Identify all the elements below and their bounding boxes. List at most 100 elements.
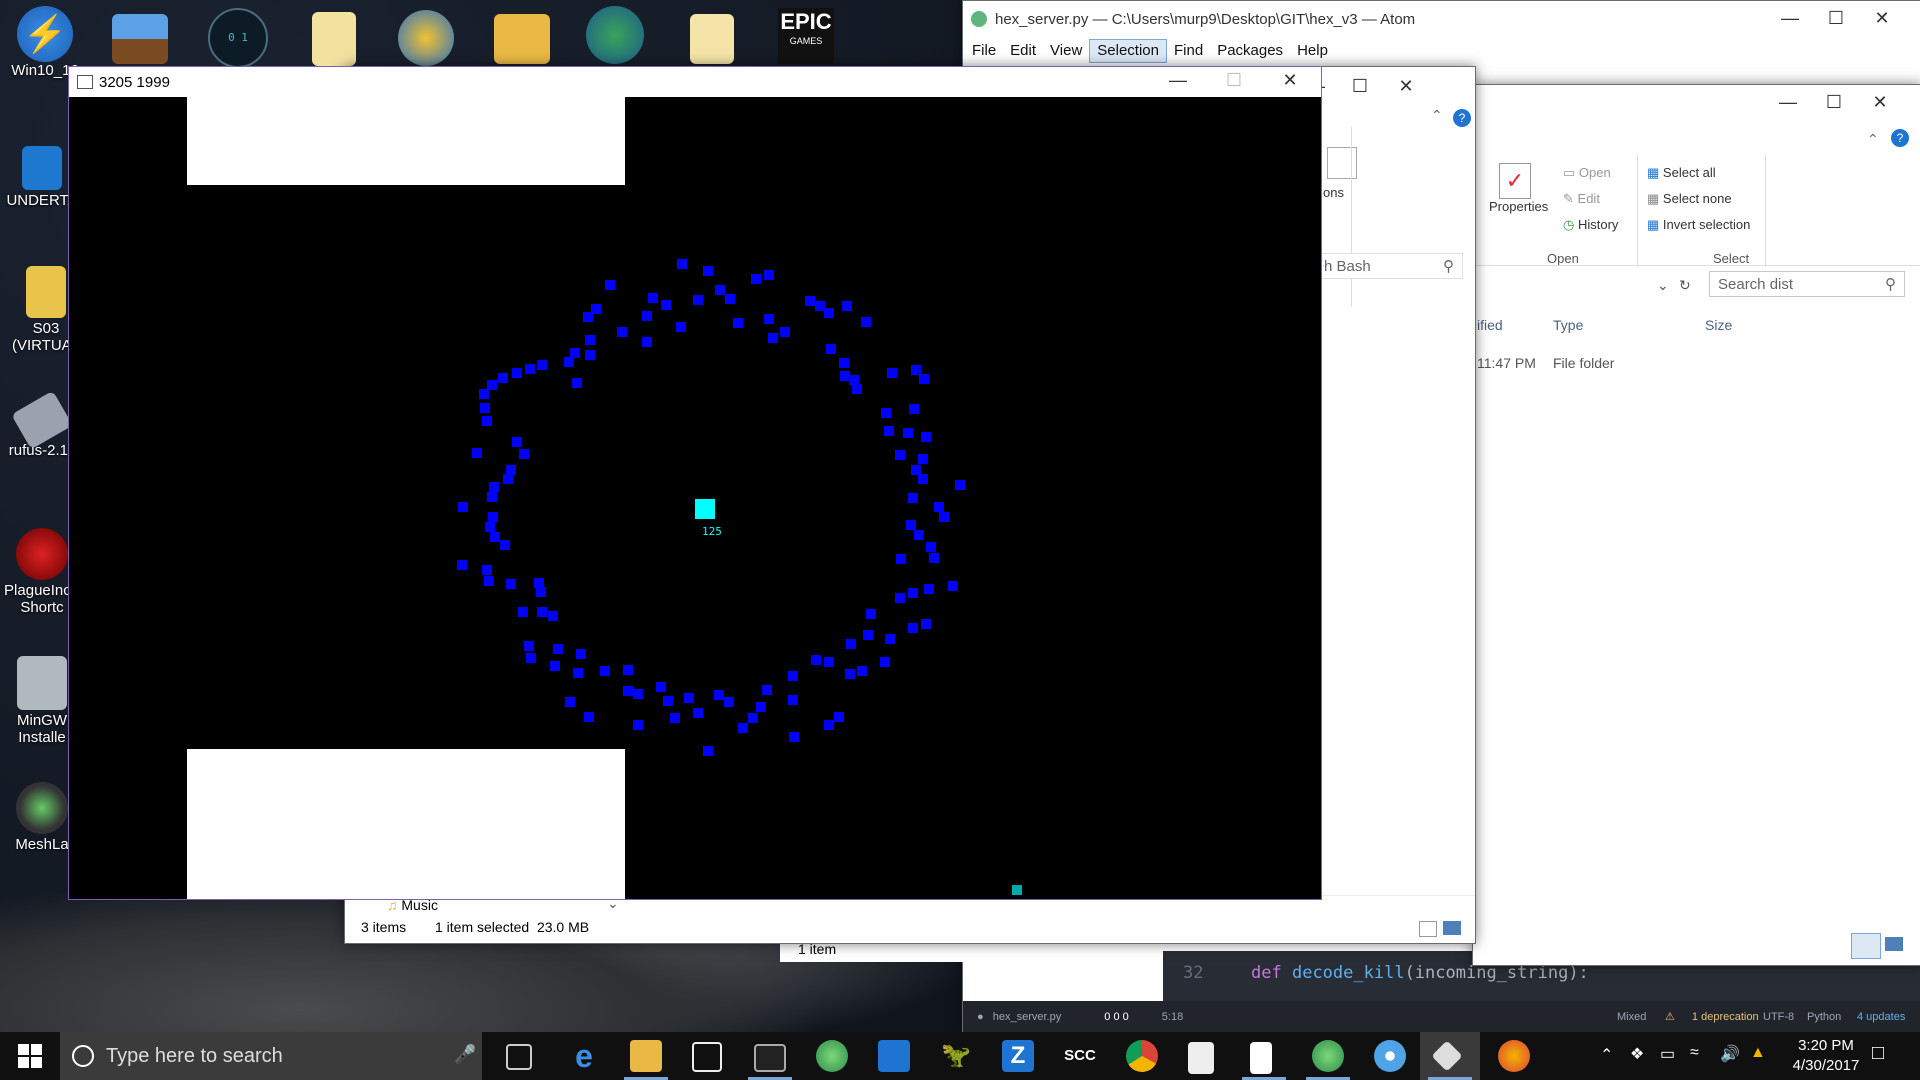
status-updates[interactable]: 4 updates (1857, 1001, 1905, 1033)
maximize-icon[interactable]: ☐ (1811, 85, 1857, 119)
player-marker (695, 499, 715, 519)
enemy-dot (572, 378, 582, 388)
parrot-icon[interactable] (586, 6, 644, 64)
status-cursor[interactable]: 5:18 (1162, 1011, 1183, 1023)
document-icon[interactable] (312, 12, 356, 66)
chevron-up-icon[interactable]: ⌃ (1600, 1045, 1613, 1065)
help-icon[interactable]: ? (1891, 129, 1909, 147)
atom-titlebar[interactable]: hex_server.py — C:\Users\murp9\Desktop\G… (963, 1, 1920, 39)
minimize-icon[interactable]: — (1765, 85, 1811, 119)
maximize-icon[interactable]: ☐ (1813, 1, 1859, 35)
menu-view[interactable]: View (1043, 40, 1089, 62)
chevron-down-icon[interactable]: ⌄ (1657, 277, 1669, 294)
enemy-dot (623, 665, 633, 675)
minimize-icon[interactable]: — (1155, 63, 1201, 97)
terminal-icon[interactable]: 0 1 (208, 8, 268, 68)
dinosaur-icon[interactable]: 🦖 (940, 1040, 972, 1072)
select-all-button[interactable]: ▦ Select all (1647, 165, 1716, 181)
column-date-modified[interactable]: ified (1477, 317, 1503, 333)
status-deprecation[interactable]: ⚠ 1 deprecation (1665, 1001, 1759, 1033)
search-box[interactable]: Type here to search 🎤 (60, 1032, 482, 1080)
atom-icon[interactable] (1312, 1040, 1344, 1072)
epic-games-icon[interactable]: EPIC GAMES (778, 8, 834, 64)
game-titlebar[interactable]: 3205 1999 — ☐ ✕ (69, 67, 1321, 97)
clock-date: 4/30/2017 (1792, 1057, 1860, 1074)
column-type[interactable]: Type (1553, 317, 1583, 333)
invert-selection-button[interactable]: ▦ Invert selection (1647, 217, 1750, 233)
wifi-icon[interactable]: ≈ (1690, 1044, 1699, 1062)
paint-icon[interactable] (1498, 1040, 1530, 1072)
battery-icon[interactable]: ▭ (1660, 1044, 1675, 1064)
enemy-dot (733, 318, 743, 328)
zotero-icon[interactable]: Z (1002, 1040, 1034, 1072)
open-button[interactable]: ▭ Open (1563, 165, 1611, 181)
invert-selection-label: Invert selection (1662, 217, 1751, 232)
refresh-icon[interactable]: ↻ (1679, 277, 1691, 294)
folder-icon[interactable] (690, 14, 734, 64)
terminal-icon[interactable] (754, 1044, 786, 1072)
keyboard-icon[interactable] (398, 10, 454, 66)
edge-icon[interactable]: e (568, 1040, 600, 1072)
game-canvas[interactable]: 125 (69, 97, 1321, 899)
select-none-button[interactable]: ▦ Select none (1647, 191, 1732, 207)
defender-icon[interactable] (878, 1040, 910, 1072)
status-encoding[interactable]: UTF-8 (1763, 1001, 1794, 1033)
help-icon[interactable]: ? (1453, 109, 1471, 127)
notepad-icon[interactable] (1188, 1042, 1214, 1074)
select-all-icon: ▦ (1647, 165, 1660, 180)
google-drive-icon[interactable]: ▲ (1750, 1044, 1766, 1062)
details-view-icon[interactable] (1851, 933, 1881, 959)
minimize-icon[interactable]: — (1767, 1, 1813, 35)
collapse-ribbon-icon[interactable]: ⌃ (1431, 107, 1443, 124)
enemy-dot (536, 587, 546, 597)
chrome-icon[interactable] (1126, 1040, 1158, 1072)
volume-icon[interactable]: 🔊 (1720, 1044, 1740, 1064)
document-icon[interactable] (1250, 1042, 1272, 1074)
properties-button[interactable]: ✓ Properties (1489, 163, 1548, 214)
file-explorer-icon[interactable] (630, 1040, 662, 1072)
large-icons-view-icon[interactable] (1885, 937, 1903, 951)
microphone-icon[interactable]: 🎤 (454, 1044, 476, 1065)
close-icon[interactable]: ✕ (1857, 85, 1903, 119)
enemy-dot (839, 358, 849, 368)
store-icon[interactable] (692, 1042, 722, 1072)
scc-icon[interactable]: SCC (1064, 1040, 1096, 1072)
windows-start-icon[interactable] (18, 1044, 42, 1068)
dropbox-icon[interactable]: ❖ (1630, 1044, 1644, 1064)
folder-icon[interactable] (494, 14, 550, 64)
search-input[interactable]: h Bash ⚲ (1315, 253, 1463, 279)
status-grammar[interactable]: Python (1807, 1001, 1841, 1033)
clock[interactable]: 3:20 PM 4/30/2017 (1786, 1036, 1866, 1076)
status-counts[interactable]: 0 0 0 (1104, 1011, 1128, 1023)
game-icon[interactable] (112, 14, 168, 64)
task-view-icon[interactable] (506, 1044, 532, 1070)
status-file[interactable]: hex_server.py (993, 1011, 1061, 1023)
enemy-dot (656, 682, 666, 692)
status-line-ending[interactable]: Mixed (1617, 1001, 1646, 1033)
menu-packages[interactable]: Packages (1210, 40, 1290, 62)
menu-file[interactable]: File (965, 40, 1003, 62)
menu-selection[interactable]: Selection (1089, 39, 1167, 63)
column-size[interactable]: Size (1705, 317, 1732, 333)
close-icon[interactable]: ✕ (1267, 63, 1313, 97)
close-icon[interactable]: ✕ (1859, 1, 1905, 35)
large-icons-view-icon[interactable] (1443, 921, 1461, 935)
edit-button[interactable]: ✎ Edit (1563, 191, 1600, 207)
atom-icon[interactable] (816, 1040, 848, 1072)
options-icon[interactable] (1327, 147, 1357, 179)
menu-edit[interactable]: Edit (1003, 40, 1043, 62)
history-button[interactable]: ◷ History (1563, 217, 1618, 233)
notification-icon[interactable]: □ (1872, 1042, 1884, 1065)
menu-help[interactable]: Help (1290, 40, 1335, 62)
menu-find[interactable]: Find (1167, 40, 1210, 62)
collapse-ribbon-icon[interactable]: ⌃ (1867, 131, 1879, 148)
enemy-dot (506, 465, 516, 475)
close-icon[interactable]: ✕ (1383, 69, 1429, 103)
details-view-icon[interactable] (1419, 921, 1437, 937)
select-none-icon: ▦ (1647, 191, 1660, 206)
maximize-icon[interactable]: ☐ (1337, 69, 1383, 103)
search-input[interactable]: Search dist ⚲ (1709, 271, 1905, 297)
enemy-dot (725, 294, 735, 304)
scc-label: SCC (1064, 1047, 1096, 1064)
network-icon[interactable] (1374, 1040, 1406, 1072)
